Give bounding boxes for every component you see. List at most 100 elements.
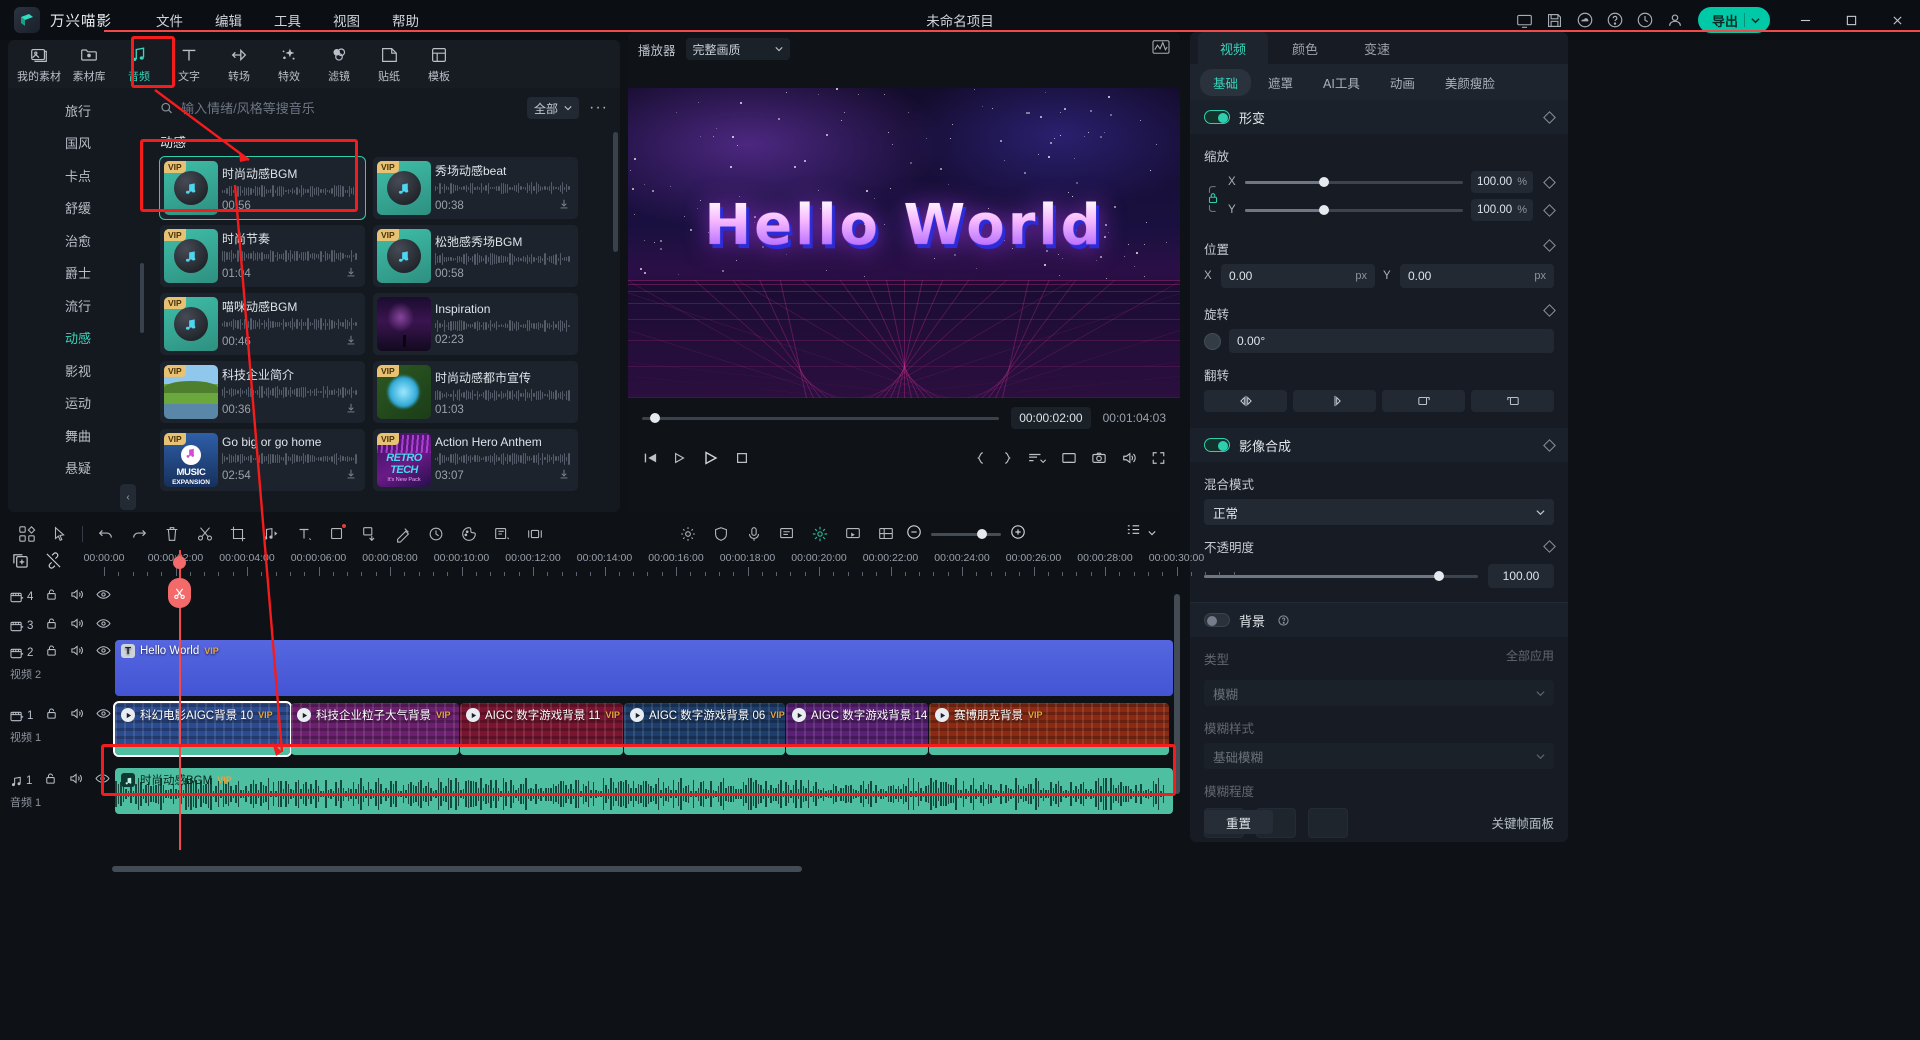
quality-dropdown[interactable]: 完整画质 — [686, 38, 790, 60]
track-lock-icon[interactable] — [45, 588, 58, 606]
track-lock-icon[interactable] — [45, 707, 58, 725]
subtab-mask[interactable]: 遮罩 — [1255, 69, 1306, 96]
download-icon[interactable] — [345, 333, 357, 351]
category-item-6[interactable]: 流行 — [8, 289, 148, 322]
zoom-out-icon[interactable] — [906, 524, 922, 545]
unlink-icon[interactable] — [45, 552, 62, 574]
category-item-8[interactable]: 影视 — [8, 354, 148, 387]
scale-x-value[interactable]: 100.00 % — [1471, 171, 1533, 193]
more-options-button[interactable]: ··· — [587, 99, 610, 117]
audio-card[interactable]: VIP科技企业简介00:36 — [160, 361, 365, 423]
zoom-in-icon[interactable] — [1010, 524, 1026, 545]
search-input[interactable] — [181, 101, 519, 116]
opacity-slider[interactable] — [1204, 575, 1478, 578]
category-item-11[interactable]: 悬疑 — [8, 452, 148, 485]
video-clip[interactable]: AIGC 数字游戏背景 14VIP — [786, 703, 928, 755]
audio-card[interactable]: VIP秀场动感beat00:38 — [373, 157, 578, 219]
audio-card[interactable]: VIP时尚动感BGM00:56 — [160, 157, 365, 219]
category-item-9[interactable]: 运动 — [8, 387, 148, 420]
category-item-4[interactable]: 治愈 — [8, 224, 148, 257]
scale-y-value[interactable]: 100.00 % — [1471, 199, 1533, 221]
speed-icon[interactable] — [1027, 451, 1047, 465]
scale-y-keyframe-icon[interactable] — [1543, 204, 1556, 217]
download-icon[interactable] — [345, 467, 357, 485]
transform-toggle[interactable] — [1204, 110, 1230, 124]
collapse-panel-button[interactable]: ‹ — [120, 484, 136, 510]
tab-video[interactable]: 视频 — [1198, 32, 1268, 64]
position-keyframe-icon[interactable] — [1543, 239, 1556, 252]
category-item-3[interactable]: 舒缓 — [8, 192, 148, 225]
track-mute-icon[interactable] — [70, 588, 84, 606]
video-clip[interactable]: AIGC 数字游戏背景 06VIP — [624, 703, 785, 755]
tab-text[interactable]: 文字 — [164, 41, 214, 87]
reset-button[interactable]: 重置 — [1204, 810, 1273, 834]
tab-template[interactable]: 模板 — [414, 41, 464, 87]
opacity-keyframe-icon[interactable] — [1543, 540, 1556, 553]
text-clip[interactable]: THello WorldVIP — [115, 640, 1173, 696]
prev-frame-button[interactable] — [642, 451, 658, 465]
video-clip[interactable]: 科技企业粒子大气背景VIP — [291, 703, 459, 755]
undo-icon[interactable] — [89, 519, 122, 549]
zoom-slider[interactable] — [931, 533, 1001, 536]
download-icon[interactable] — [345, 265, 357, 283]
timeline-ruler[interactable]: 00:00:0000:00:02:0000:00:04:0000:00:06:0… — [104, 550, 1177, 582]
ai-cutout-icon[interactable] — [353, 519, 386, 549]
split-icon[interactable] — [188, 519, 221, 549]
subtab-ai-tools[interactable]: AI工具 — [1310, 69, 1373, 96]
snapshot-icon[interactable] — [1091, 451, 1107, 465]
download-icon[interactable] — [558, 197, 570, 215]
playhead-split-button[interactable] — [168, 578, 191, 608]
video-clip[interactable]: 科幻电影AIGC背景 10VIP — [115, 703, 290, 755]
apply-all-button[interactable]: 全部应用 — [1506, 647, 1554, 664]
delete-icon[interactable] — [155, 519, 188, 549]
video-clip[interactable]: AIGC 数字游戏背景 11VIP — [460, 703, 623, 755]
blur-style-select[interactable]: 基础模糊 — [1204, 743, 1554, 769]
scale-y-slider[interactable] — [1245, 209, 1463, 212]
volume-icon[interactable] — [1121, 451, 1137, 465]
mark-out-icon[interactable] — [1001, 451, 1013, 465]
timeline-vertical-scrollbar[interactable] — [1174, 594, 1180, 794]
transform-keyframe-icon[interactable] — [1543, 111, 1556, 124]
category-item-2[interactable]: 卡点 — [8, 159, 148, 192]
window-maximize-button[interactable] — [1828, 0, 1874, 40]
subtab-beauty[interactable]: 美颜瘦脸 — [1432, 69, 1508, 96]
download-icon[interactable] — [558, 467, 570, 485]
seek-bar[interactable] — [642, 417, 999, 420]
tab-sticker[interactable]: 贴纸 — [364, 41, 414, 87]
auto-layout-icon[interactable] — [10, 519, 43, 549]
category-item-7[interactable]: 动感 — [8, 322, 148, 355]
rotate-dial[interactable] — [1204, 333, 1221, 350]
download-icon[interactable] — [345, 401, 357, 419]
compositing-keyframe-icon[interactable] — [1543, 439, 1556, 452]
video-clip[interactable]: 赛博朋克背景VIP — [929, 703, 1169, 755]
audio-card[interactable]: VIP喵咪动感BGM00:46 — [160, 293, 365, 355]
window-close-button[interactable] — [1874, 0, 1920, 40]
background-type-select[interactable]: 模糊 — [1204, 680, 1554, 706]
tab-transition[interactable]: 转场 — [214, 41, 264, 87]
track-mute-icon[interactable] — [69, 772, 83, 790]
color-wheel-icon[interactable] — [452, 519, 485, 549]
select-tool-icon[interactable] — [43, 519, 76, 549]
category-item-0[interactable]: 旅行 — [8, 94, 148, 127]
track-visibility-icon[interactable] — [95, 772, 110, 790]
tab-filter[interactable]: 滤镜 — [314, 41, 364, 87]
category-item-5[interactable]: 爵士 — [8, 257, 148, 290]
track-visibility-icon[interactable] — [96, 644, 111, 662]
mark-in-icon[interactable] — [975, 451, 987, 465]
scale-x-slider[interactable] — [1245, 181, 1463, 184]
screen-record-icon[interactable] — [836, 519, 869, 549]
scale-link-lock[interactable] — [1204, 184, 1222, 214]
tab-color[interactable]: 颜色 — [1270, 32, 1340, 64]
flip-vertical-icon[interactable] — [1293, 390, 1376, 412]
rotate-left-icon[interactable] — [1382, 390, 1465, 412]
flip-horizontal-icon[interactable] — [1204, 390, 1287, 412]
window-minimize-button[interactable] — [1782, 0, 1828, 40]
scope-icon[interactable] — [1152, 39, 1170, 60]
position-x-field[interactable]: 0.00 px — [1221, 264, 1375, 288]
track-mute-icon[interactable] — [70, 644, 84, 662]
search-box[interactable] — [160, 101, 519, 116]
tab-audio[interactable]: 音频 — [114, 41, 164, 87]
background-toggle[interactable] — [1204, 613, 1230, 627]
filter-dropdown[interactable]: 全部 — [527, 97, 579, 119]
blend-mode-select[interactable]: 正常 — [1204, 499, 1554, 525]
